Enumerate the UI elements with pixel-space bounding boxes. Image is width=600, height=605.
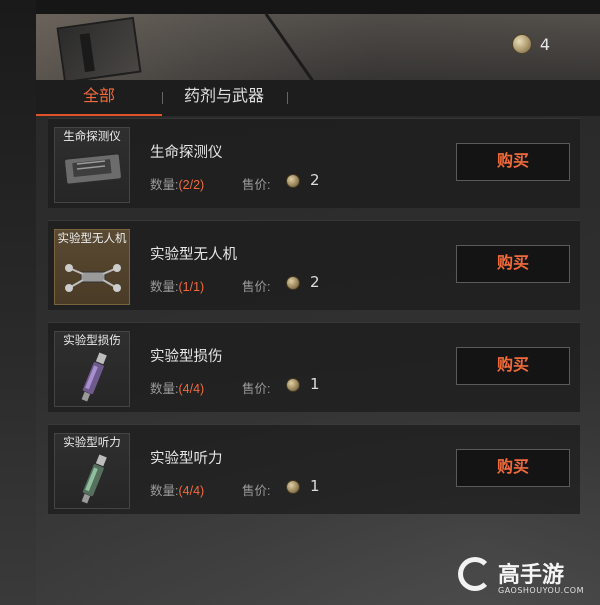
top-bar bbox=[0, 0, 600, 14]
watermark-url: GAOSHOUYOU.COM bbox=[498, 586, 585, 595]
buy-button[interactable]: 购买 bbox=[456, 245, 570, 283]
quantity-value: (1/1) bbox=[178, 280, 205, 294]
buy-button[interactable]: 购买 bbox=[456, 449, 570, 487]
item-thumbnail: 实验型无人机 bbox=[54, 229, 130, 305]
shop-banner: 4 bbox=[36, 14, 600, 80]
coin-icon bbox=[286, 276, 300, 290]
buy-button[interactable]: 购买 bbox=[456, 347, 570, 385]
life-detector-icon bbox=[63, 152, 123, 186]
quantity-value: (4/4) bbox=[178, 382, 205, 396]
shop-item: 实验型无人机 实验型无人机 数量:(1/1) 售价: 2 购买 bbox=[48, 220, 580, 310]
price-value: 1 bbox=[310, 375, 320, 393]
quantity-label: 数量:(2/2) bbox=[150, 178, 205, 192]
quantity-label: 数量:(4/4) bbox=[150, 382, 205, 396]
tab-all[interactable]: 全部 bbox=[36, 80, 162, 116]
quantity-label: 数量:(4/4) bbox=[150, 484, 205, 498]
price-label: 售价: bbox=[242, 382, 271, 396]
coin-icon bbox=[511, 34, 532, 54]
price-value: 2 bbox=[310, 273, 320, 291]
watermark: 高手游 GAOSHOUYOU.COM bbox=[458, 555, 594, 599]
price-label: 售价: bbox=[242, 178, 271, 192]
banner-beam-art bbox=[264, 14, 331, 80]
item-thumbnail: 实验型损伤 bbox=[54, 331, 130, 407]
banner-crate-art bbox=[56, 16, 142, 80]
item-name: 生命探测仪 bbox=[150, 145, 223, 161]
tab-divider bbox=[162, 92, 163, 104]
left-edge bbox=[0, 0, 36, 605]
tab-bar: 全部 药剂与武器 bbox=[36, 80, 600, 116]
currency-count: 4 bbox=[539, 34, 550, 54]
thumb-label: 生命探测仪 bbox=[63, 131, 121, 143]
shop-panel: 4 全部 药剂与武器 生命探测仪 生命探测仪 数量:(2/2) 售价: 2 购买… bbox=[36, 14, 600, 605]
currency-display: 4 bbox=[511, 34, 550, 54]
quantity-value: (4/4) bbox=[178, 484, 205, 498]
quantity-value: (2/2) bbox=[178, 178, 205, 192]
item-thumbnail: 生命探测仪 bbox=[54, 127, 130, 203]
item-name: 实验型听力 bbox=[150, 451, 223, 467]
buy-button[interactable]: 购买 bbox=[456, 143, 570, 181]
item-thumbnail: 实验型听力 bbox=[54, 433, 130, 509]
shop-item: 实验型损伤 实验型损伤 数量:(4/4) 售价: 1 购买 bbox=[48, 322, 580, 412]
quantity-label: 数量:(1/1) bbox=[150, 280, 205, 294]
shop-item: 生命探测仪 生命探测仪 数量:(2/2) 售价: 2 购买 bbox=[48, 118, 580, 208]
watermark-brand: 高手游 bbox=[498, 563, 565, 588]
injector-green-icon bbox=[81, 454, 107, 504]
coin-icon bbox=[286, 378, 300, 392]
coin-icon bbox=[286, 174, 300, 188]
thumb-label: 实验型无人机 bbox=[57, 233, 127, 245]
price-value: 2 bbox=[310, 171, 320, 189]
shop-item: 实验型听力 实验型听力 数量:(4/4) 售价: 1 购买 bbox=[48, 424, 580, 514]
item-name: 实验型损伤 bbox=[150, 349, 223, 365]
gaoshouyou-logo-icon bbox=[458, 557, 492, 591]
price-label: 售价: bbox=[242, 484, 271, 498]
item-name: 实验型无人机 bbox=[150, 247, 237, 263]
injector-purple-icon bbox=[81, 352, 107, 402]
price-value: 1 bbox=[310, 477, 320, 495]
coin-icon bbox=[286, 480, 300, 494]
price-label: 售价: bbox=[242, 280, 271, 294]
thumb-label: 实验型损伤 bbox=[63, 335, 121, 347]
thumb-label: 实验型听力 bbox=[63, 437, 121, 449]
tab-meds-weapons[interactable]: 药剂与武器 bbox=[164, 80, 284, 116]
tab-divider bbox=[287, 92, 288, 104]
drone-icon bbox=[65, 264, 121, 292]
